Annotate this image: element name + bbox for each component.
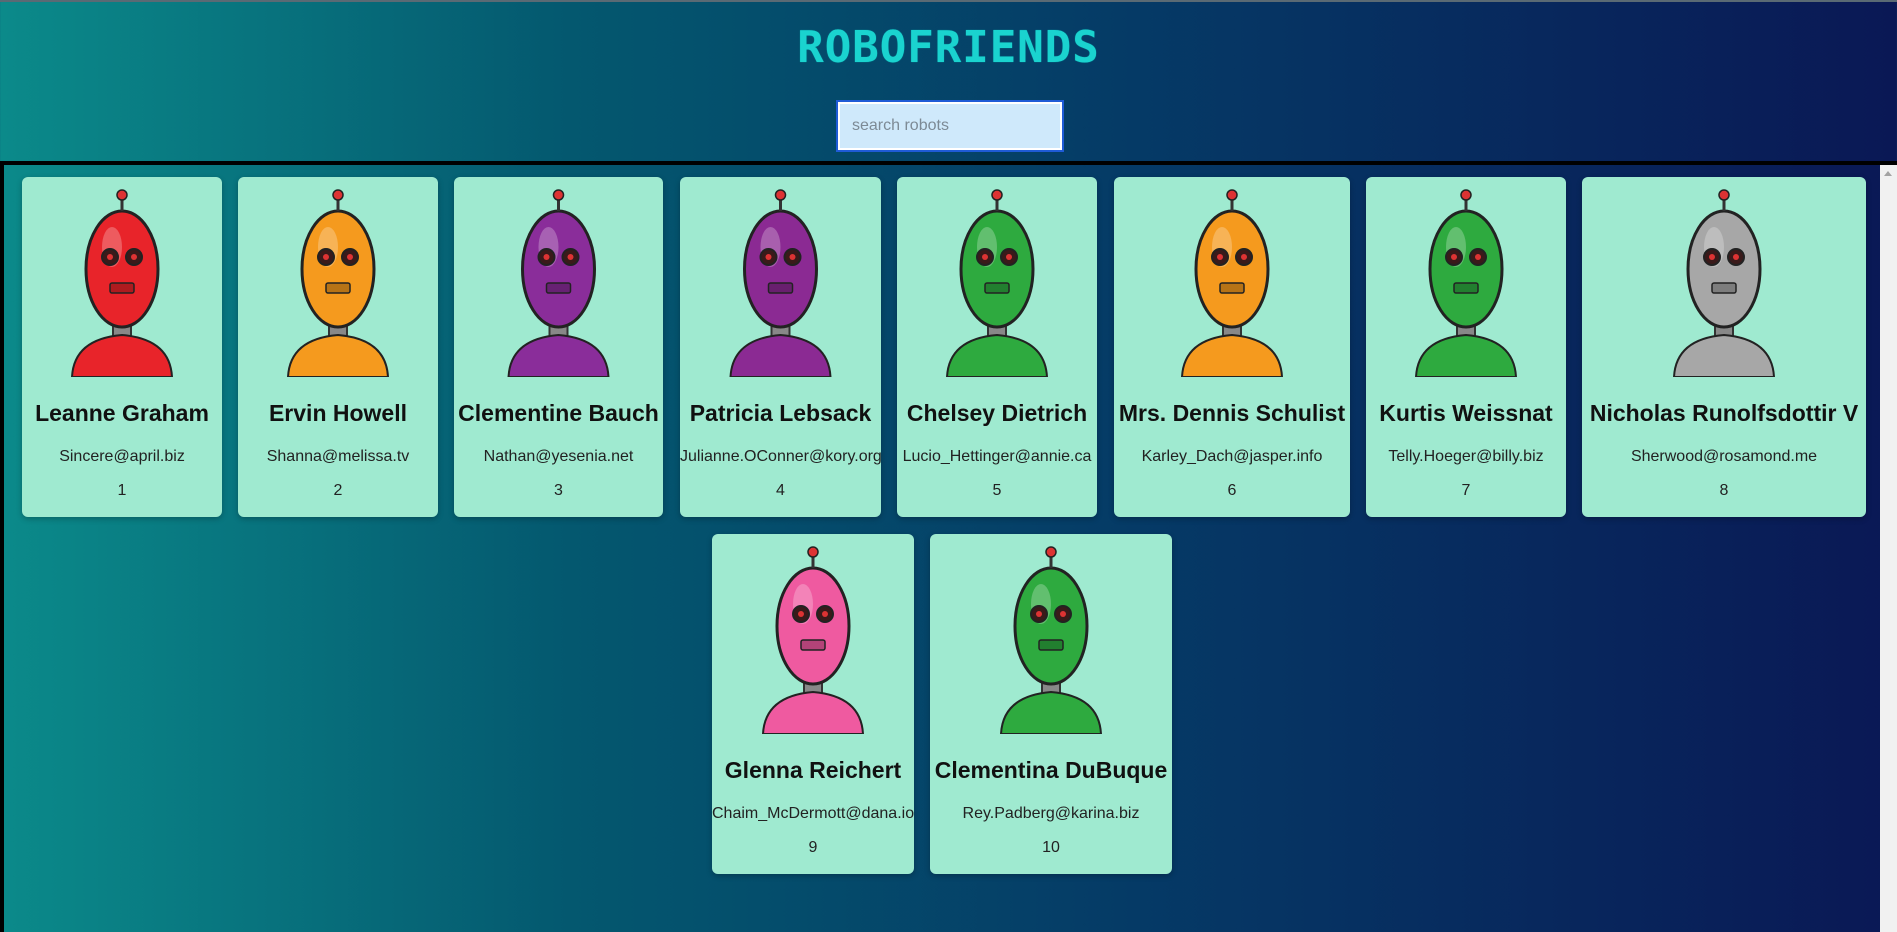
search-input[interactable] (836, 100, 1064, 152)
robot-id: 8 (1719, 482, 1729, 499)
app-title: ROBOFRIENDS (797, 22, 1100, 73)
robot-email: Shanna@melissa.tv (266, 448, 410, 465)
robot-card[interactable]: Nicholas Runolfsdottir V Sherwood@rosamo… (1582, 177, 1866, 517)
scroll-up-arrow-icon[interactable] (1884, 171, 1892, 176)
robot-avatar-icon (999, 546, 1103, 734)
robot-card[interactable]: Mrs. Dennis Schulist Karley_Dach@jasper.… (1114, 177, 1350, 517)
robot-email: Sincere@april.biz (59, 448, 185, 465)
robot-name: Chelsey Dietrich (906, 400, 1088, 426)
robot-id: 4 (776, 482, 785, 499)
robot-avatar-icon (70, 189, 174, 377)
robot-email: Nathan@yesenia.net (483, 448, 634, 465)
robot-email: Sherwood@rosamond.me (1630, 448, 1818, 465)
robot-avatar-icon (1672, 189, 1776, 377)
robot-avatar-icon (945, 189, 1049, 377)
robot-name: Ervin Howell (268, 400, 408, 426)
robot-id: 6 (1227, 482, 1237, 499)
robot-name: Leanne Graham (35, 400, 209, 426)
robot-email: Chaim_McDermott@dana.io (712, 805, 914, 822)
robot-name: Glenna Reichert (724, 757, 902, 783)
robot-id: 1 (117, 482, 127, 499)
robot-name: Clementine Bauch (458, 400, 659, 426)
robot-card[interactable]: Clementine Bauch Nathan@yesenia.net 3 (454, 177, 663, 517)
robot-avatar-icon (1180, 189, 1284, 377)
robot-email: Lucio_Hettinger@annie.ca (902, 448, 1092, 465)
robot-id: 3 (554, 482, 563, 499)
robot-id: 9 (808, 839, 818, 856)
robot-avatar-icon (1414, 189, 1518, 377)
vertical-scrollbar[interactable] (1880, 165, 1897, 932)
robot-id: 2 (333, 482, 343, 499)
robot-card[interactable]: Clementina DuBuque Rey.Padberg@karina.bi… (930, 534, 1172, 874)
robot-card[interactable]: Leanne Graham Sincere@april.biz 1 (22, 177, 222, 517)
robot-avatar-icon (507, 189, 610, 377)
robot-card[interactable]: Glenna Reichert Chaim_McDermott@dana.io … (712, 534, 914, 874)
robot-email: Julianne.OConner@kory.org (680, 448, 881, 465)
robot-avatar-icon (286, 189, 390, 377)
robot-avatar-icon (729, 189, 832, 377)
robot-email: Rey.Padberg@karina.biz (962, 805, 1140, 822)
robot-name: Kurtis Weissnat (1379, 400, 1553, 426)
robot-name: Patricia Lebsack (689, 400, 872, 426)
robot-avatar-icon (761, 546, 865, 734)
robot-card[interactable]: Kurtis Weissnat Telly.Hoeger@billy.biz 7 (1366, 177, 1566, 517)
robot-name: Nicholas Runolfsdottir V (1589, 400, 1859, 426)
robot-name: Clementina DuBuque (934, 757, 1168, 783)
robot-email: Telly.Hoeger@billy.biz (1388, 448, 1544, 465)
robot-card[interactable]: Patricia Lebsack Julianne.OConner@kory.o… (680, 177, 881, 517)
window-top-border (0, 0, 1897, 2)
robot-id: 10 (1042, 839, 1060, 856)
robot-id: 5 (992, 482, 1002, 499)
robot-id: 7 (1461, 482, 1471, 499)
card-list-scroll-area[interactable]: Leanne Graham Sincere@april.biz 1 Ervin … (0, 161, 1897, 932)
robot-card[interactable]: Ervin Howell Shanna@melissa.tv 2 (238, 177, 438, 517)
search-box (836, 100, 1064, 152)
robot-name: Mrs. Dennis Schulist (1118, 400, 1346, 426)
robot-card[interactable]: Chelsey Dietrich Lucio_Hettinger@annie.c… (897, 177, 1097, 517)
robot-email: Karley_Dach@jasper.info (1141, 448, 1323, 465)
